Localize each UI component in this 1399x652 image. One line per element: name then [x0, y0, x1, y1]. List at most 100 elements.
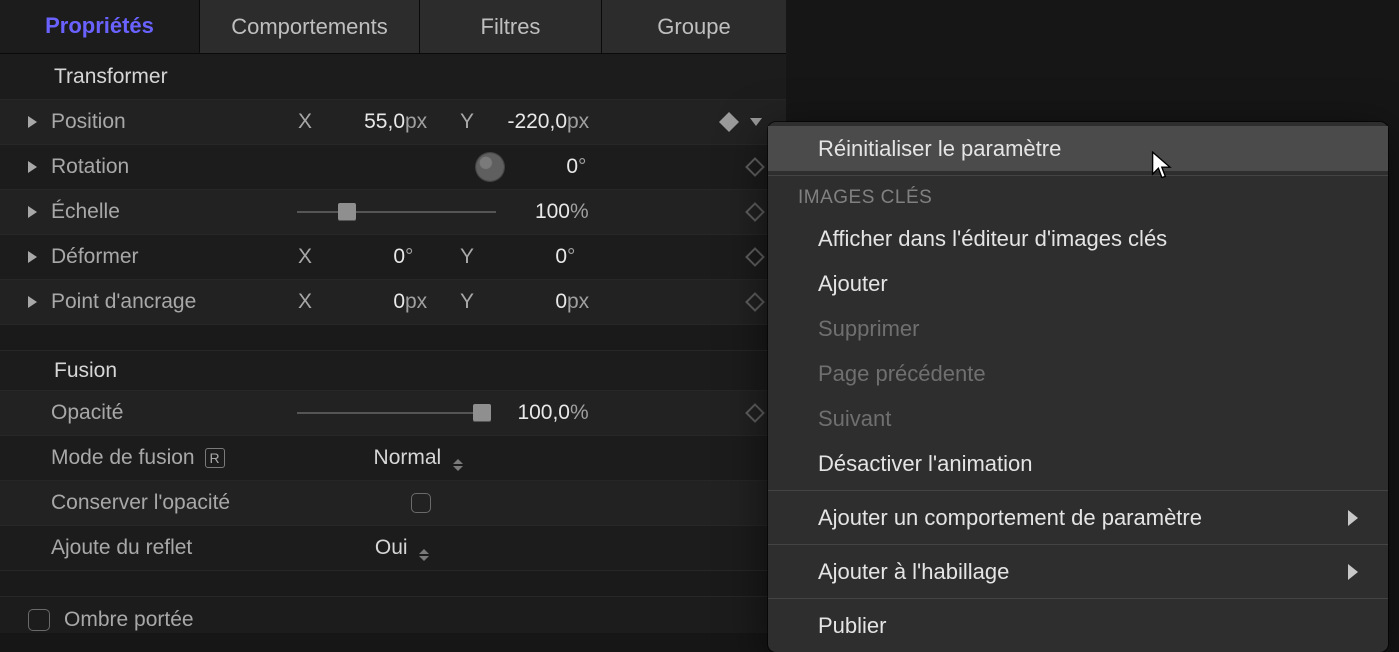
tab-filters[interactable]: Filtres — [420, 0, 602, 53]
param-label: Rotation — [51, 155, 291, 179]
keyframe-diamond-icon[interactable] — [745, 157, 765, 177]
axis-x-label: X — [291, 245, 319, 269]
opacity-slider[interactable] — [297, 410, 482, 416]
casts-reflection-popup[interactable]: Oui — [375, 536, 430, 561]
preserve-opacity-checkbox[interactable] — [411, 493, 431, 513]
menu-separator — [768, 490, 1388, 491]
axis-y-label: Y — [453, 245, 481, 269]
blend-mode-popup[interactable]: Normal — [374, 446, 464, 471]
unit-label: ° — [578, 155, 598, 179]
menu-label: Désactiver l'animation — [818, 451, 1033, 477]
menu-label: Afficher dans l'éditeur d'images clés — [818, 226, 1167, 252]
keyframe-diamond-icon[interactable] — [719, 112, 739, 132]
position-y-value[interactable]: -220,0 — [481, 110, 567, 134]
drop-shadow-checkbox[interactable] — [28, 609, 50, 631]
animation-context-menu: Réinitialiser le paramètre IMAGES CLÉS A… — [768, 122, 1388, 652]
menu-label: Ajouter à l'habillage — [818, 559, 1009, 585]
rotation-value[interactable]: 0 — [514, 155, 578, 179]
scale-slider[interactable] — [297, 209, 496, 215]
disclosure-triangle-icon[interactable] — [28, 116, 37, 128]
menu-show-in-keyframe-editor[interactable]: Afficher dans l'éditeur d'images clés — [768, 216, 1388, 261]
shear-y-value[interactable]: 0 — [481, 245, 567, 269]
unit-label: px — [405, 110, 439, 134]
scale-value[interactable]: 100 — [506, 200, 570, 224]
section-divider — [0, 571, 786, 597]
keyframe-diamond-icon[interactable] — [745, 403, 765, 423]
unit-label: ° — [405, 245, 439, 269]
param-label: Ombre portée — [64, 608, 194, 632]
inspector-panel: Propriétés Comportements Filtres Groupe … — [0, 0, 786, 633]
section-label: Transformer — [54, 65, 168, 89]
slider-thumb[interactable] — [473, 404, 491, 422]
unit-label: px — [567, 110, 601, 134]
menu-label: Page précédente — [818, 361, 986, 387]
param-label: Conserver l'opacité — [51, 491, 230, 515]
slider-thumb[interactable] — [338, 203, 356, 221]
menu-label: Suivant — [818, 406, 891, 432]
row-drop-shadow: Ombre portée — [0, 597, 786, 642]
row-shear: Déformer X 0 ° Y 0 ° — [0, 235, 786, 280]
unit-label: % — [570, 401, 598, 425]
row-preserve-opacity: Conserver l'opacité — [0, 481, 786, 526]
menu-publish[interactable]: Publier — [768, 603, 1388, 648]
popup-arrows-icon — [453, 459, 463, 471]
axis-y-label: Y — [453, 110, 481, 134]
menu-label: Publier — [818, 613, 886, 639]
disclosure-triangle-icon[interactable] — [28, 251, 37, 263]
animation-menu-icon[interactable] — [750, 118, 762, 126]
shear-x-value[interactable]: 0 — [319, 245, 405, 269]
tab-group[interactable]: Groupe — [602, 0, 786, 53]
tab-label: Comportements — [231, 14, 388, 40]
row-blend-mode: Mode de fusion R Normal — [0, 436, 786, 481]
popup-arrows-icon — [419, 549, 429, 561]
keyframe-diamond-icon[interactable] — [745, 292, 765, 312]
unit-label: % — [570, 200, 598, 224]
rotation-dial[interactable] — [476, 153, 504, 181]
position-x-value[interactable]: 55,0 — [319, 110, 405, 134]
rig-badge-icon[interactable]: R — [205, 448, 225, 468]
unit-label: px — [405, 290, 439, 314]
menu-separator — [768, 544, 1388, 545]
menu-separator — [768, 598, 1388, 599]
menu-add-to-rig[interactable]: Ajouter à l'habillage — [768, 549, 1388, 594]
menu-previous-keyframe: Page précédente — [768, 351, 1388, 396]
tab-label: Propriétés — [45, 13, 154, 39]
disclosure-triangle-icon[interactable] — [28, 296, 37, 308]
param-label: Échelle — [51, 200, 291, 224]
tab-label: Groupe — [657, 14, 730, 40]
row-opacity: Opacité 100,0 % — [0, 391, 786, 436]
section-transform: Transformer — [0, 54, 786, 100]
tab-properties[interactable]: Propriétés — [0, 0, 200, 53]
row-position: Position X 55,0 px Y -220,0 px — [0, 100, 786, 145]
axis-x-label: X — [291, 290, 319, 314]
inspector-tabs: Propriétés Comportements Filtres Groupe — [0, 0, 786, 54]
param-label: Mode de fusion — [51, 446, 195, 470]
section-blending: Fusion — [0, 351, 786, 391]
row-anchor-point: Point d'ancrage X 0 px Y 0 px — [0, 280, 786, 325]
menu-add-keyframe[interactable]: Ajouter — [768, 261, 1388, 306]
anchor-x-value[interactable]: 0 — [319, 290, 405, 314]
menu-label: Ajouter — [818, 271, 888, 297]
menu-section-keyframes: IMAGES CLÉS — [768, 180, 1388, 216]
anchor-y-value[interactable]: 0 — [481, 290, 567, 314]
unit-label: px — [567, 290, 601, 314]
casts-reflection-value: Oui — [375, 536, 408, 559]
menu-add-parameter-behavior[interactable]: Ajouter un comportement de paramètre — [768, 495, 1388, 540]
keyframe-diamond-icon[interactable] — [745, 202, 765, 222]
menu-label: Ajouter un comportement de paramètre — [818, 505, 1202, 531]
disclosure-triangle-icon[interactable] — [28, 161, 37, 173]
row-rotation: Rotation 0 ° — [0, 145, 786, 190]
menu-reset-parameter[interactable]: Réinitialiser le paramètre — [768, 126, 1388, 171]
disclosure-triangle-icon[interactable] — [28, 206, 37, 218]
tab-behaviors[interactable]: Comportements — [200, 0, 420, 53]
tab-label: Filtres — [481, 14, 541, 40]
menu-separator — [768, 175, 1388, 176]
row-casts-reflection: Ajoute du reflet Oui — [0, 526, 786, 571]
opacity-value[interactable]: 100,0 — [492, 401, 570, 425]
menu-next-keyframe: Suivant — [768, 396, 1388, 441]
param-label: Ajoute du reflet — [51, 536, 192, 560]
axis-y-label: Y — [453, 290, 481, 314]
keyframe-diamond-icon[interactable] — [745, 247, 765, 267]
param-label: Déformer — [51, 245, 291, 269]
menu-disable-animation[interactable]: Désactiver l'animation — [768, 441, 1388, 486]
